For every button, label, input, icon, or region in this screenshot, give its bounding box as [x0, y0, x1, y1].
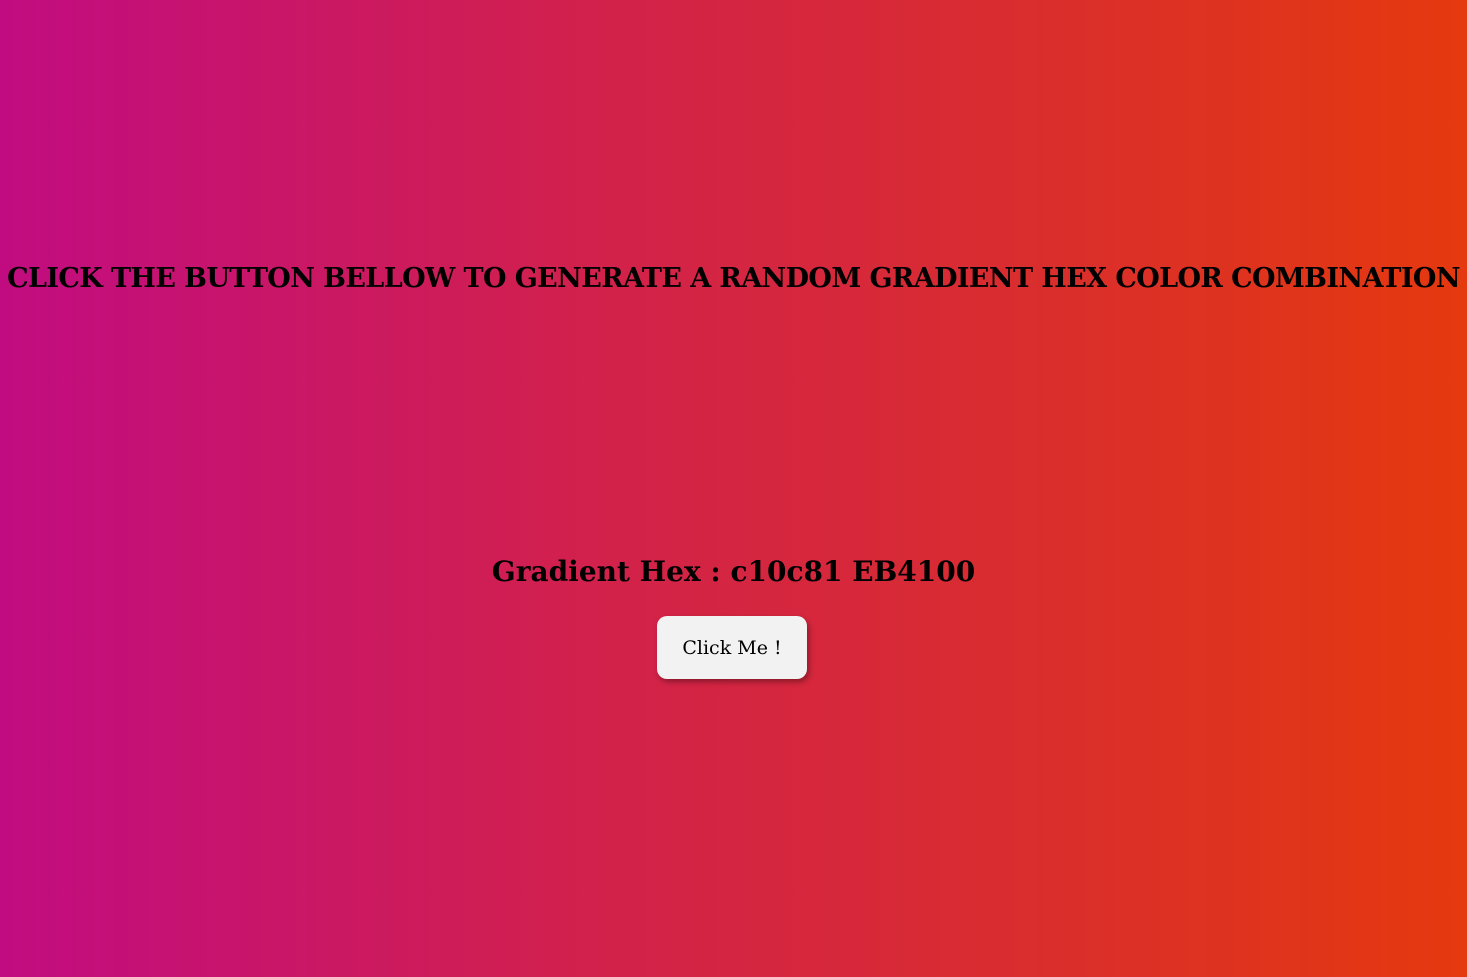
gradient-hex-label: Gradient Hex :	[491, 555, 721, 588]
page: CLICK THE BUTTON BELLOW TO GENERATE A RA…	[0, 0, 1467, 977]
gradient-hex-end: EB4100	[852, 555, 976, 588]
generate-gradient-button[interactable]: Click Me !	[657, 616, 807, 679]
gradient-hex-start: c10c81	[730, 555, 843, 588]
instruction-heading: CLICK THE BUTTON BELLOW TO GENERATE A RA…	[7, 263, 1460, 294]
gradient-hex-readout: Gradient Hex : c10c81 EB4100	[0, 550, 1467, 594]
